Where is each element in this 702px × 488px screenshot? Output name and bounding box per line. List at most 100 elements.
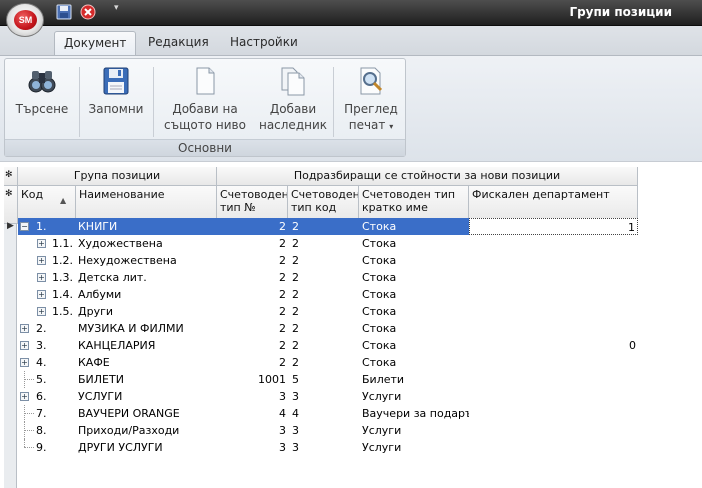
cell-tipcode[interactable]: 5 <box>288 371 359 388</box>
cell-type[interactable]: Билети <box>359 371 469 388</box>
cell-type[interactable]: Ваучери за подарък <box>359 405 469 422</box>
cell-tipno[interactable]: 2 <box>216 235 288 252</box>
cell-name[interactable]: БИЛЕТИ <box>76 371 216 388</box>
groups-tree-grid[interactable]: ✻ ✻ Група позиции Подразбиращи се стойно… <box>4 167 638 488</box>
cell-type[interactable]: Услуги <box>359 388 469 405</box>
cell-name[interactable]: Приходи/Разходи <box>76 422 216 439</box>
cell-tipcode[interactable]: 2 <box>288 269 359 286</box>
tab-document[interactable]: Документ <box>54 31 137 56</box>
expand-icon[interactable]: + <box>37 239 46 248</box>
cell-name[interactable]: Други <box>76 303 216 320</box>
cell-tipno[interactable]: 2 <box>216 286 288 303</box>
table-row[interactable]: +1.2. Нехудожествена 2 2 Стока <box>18 252 638 269</box>
cell-tipcode[interactable]: 2 <box>288 337 359 354</box>
collapse-icon[interactable]: − <box>20 222 29 231</box>
cell-type[interactable]: Стока <box>359 337 469 354</box>
cell-type[interactable]: Стока <box>359 218 469 235</box>
cell-fiscal[interactable] <box>469 286 638 303</box>
cell-tipcode[interactable]: 3 <box>288 439 359 456</box>
cell-type[interactable]: Стока <box>359 269 469 286</box>
cell-tipcode[interactable]: 2 <box>288 252 359 269</box>
cell-type[interactable]: Стока <box>359 286 469 303</box>
cell-name[interactable]: УСЛУГИ <box>76 388 216 405</box>
quick-save-icon[interactable] <box>56 4 72 20</box>
add-same-level-button[interactable]: Добави на същото ниво <box>161 65 249 141</box>
cell-fiscal[interactable] <box>469 269 638 286</box>
tab-edit[interactable]: Редакция <box>139 31 218 56</box>
cell-tipno[interactable]: 3 <box>216 422 288 439</box>
cell-tipcode[interactable]: 3 <box>288 422 359 439</box>
cell-name[interactable]: ВАУЧЕРИ ORANGE <box>76 405 216 422</box>
cell-fiscal[interactable] <box>469 354 638 371</box>
cell-name[interactable]: Албуми <box>76 286 216 303</box>
cell-code[interactable]: 7. <box>18 405 76 422</box>
cell-fiscal[interactable] <box>469 252 638 269</box>
cell-fiscal[interactable] <box>469 439 638 456</box>
table-row[interactable]: +1.3. Детска лит. 2 2 Стока <box>18 269 638 286</box>
cell-code[interactable]: +1.2. <box>18 252 76 269</box>
cell-type[interactable]: Услуги <box>359 439 469 456</box>
expand-icon[interactable]: + <box>37 307 46 316</box>
table-row[interactable]: +4. КАФЕ 2 2 Стока <box>18 354 638 371</box>
cell-code[interactable]: +4. <box>18 354 76 371</box>
table-row[interactable]: 8. Приходи/Разходи 3 3 Услуги <box>18 422 638 439</box>
cell-tipcode[interactable]: 4 <box>288 405 359 422</box>
cell-tipcode[interactable]: 2 <box>288 286 359 303</box>
cell-type[interactable]: Стока <box>359 235 469 252</box>
cell-tipno[interactable]: 2 <box>216 337 288 354</box>
cell-tipno[interactable]: 2 <box>216 354 288 371</box>
cell-fiscal[interactable] <box>469 405 638 422</box>
cell-code[interactable]: +2. <box>18 320 76 337</box>
cell-code[interactable]: +1.1. <box>18 235 76 252</box>
cell-code[interactable]: +1.4. <box>18 286 76 303</box>
cell-tipno[interactable]: 2 <box>216 303 288 320</box>
cell-type[interactable]: Стока <box>359 354 469 371</box>
cell-type[interactable]: Услуги <box>359 422 469 439</box>
cell-code[interactable]: +3. <box>18 337 76 354</box>
expand-icon[interactable]: + <box>20 358 29 367</box>
cell-tipcode[interactable]: 2 <box>288 218 359 235</box>
cell-code[interactable]: −1. <box>18 218 76 235</box>
save-button[interactable]: Запомни <box>83 65 149 141</box>
cell-fiscal[interactable]: 0 <box>469 337 638 354</box>
cell-name[interactable]: КНИГИ <box>76 218 216 235</box>
cell-tipno[interactable]: 2 <box>216 252 288 269</box>
cell-code[interactable]: +6. <box>18 388 76 405</box>
expand-icon[interactable]: + <box>37 290 46 299</box>
expand-icon[interactable]: + <box>37 273 46 282</box>
cell-tipno[interactable]: 4 <box>216 405 288 422</box>
cell-tipcode[interactable]: 3 <box>288 388 359 405</box>
expand-icon[interactable]: + <box>20 324 29 333</box>
cell-name[interactable]: Детска лит. <box>76 269 216 286</box>
cell-type[interactable]: Стока <box>359 320 469 337</box>
cell-tipno[interactable]: 2 <box>216 269 288 286</box>
cell-tipcode[interactable]: 2 <box>288 303 359 320</box>
table-row[interactable]: 7. ВАУЧЕРИ ORANGE 4 4 Ваучери за подарък <box>18 405 638 422</box>
print-preview-button[interactable]: Преглед печат ▾ <box>339 65 403 141</box>
expand-icon[interactable]: + <box>20 392 29 401</box>
cell-code[interactable]: +1.5. <box>18 303 76 320</box>
cell-tipcode[interactable]: 2 <box>288 235 359 252</box>
cell-type[interactable]: Стока <box>359 252 469 269</box>
cell-tipcode[interactable]: 2 <box>288 354 359 371</box>
cell-fiscal[interactable] <box>469 235 638 252</box>
search-button[interactable]: Търсене <box>9 65 75 141</box>
cell-fiscal[interactable] <box>469 371 638 388</box>
table-row[interactable]: +1.1. Художествена 2 2 Стока <box>18 235 638 252</box>
cell-name[interactable]: КАФЕ <box>76 354 216 371</box>
quick-access-dropdown-icon[interactable]: ▾ <box>114 3 130 19</box>
cell-name[interactable]: ДРУГИ УСЛУГИ <box>76 439 216 456</box>
cell-name[interactable]: КАНЦЕЛАРИЯ <box>76 337 216 354</box>
cell-tipno[interactable]: 1001 <box>216 371 288 388</box>
table-row[interactable]: 9. ДРУГИ УСЛУГИ 3 3 Услуги <box>18 439 638 456</box>
application-menu-button[interactable]: SM <box>6 3 44 37</box>
quick-close-icon[interactable] <box>80 4 96 20</box>
table-row[interactable]: 5. БИЛЕТИ 1001 5 Билети <box>18 371 638 388</box>
cell-fiscal[interactable] <box>469 320 638 337</box>
expand-icon[interactable]: + <box>37 256 46 265</box>
column-corner-icon[interactable]: ✻ <box>4 186 18 224</box>
cell-code[interactable]: 9. <box>18 439 76 456</box>
cell-tipno[interactable]: 3 <box>216 439 288 456</box>
cell-code[interactable]: +1.3. <box>18 269 76 286</box>
cell-fiscal[interactable] <box>469 303 638 320</box>
